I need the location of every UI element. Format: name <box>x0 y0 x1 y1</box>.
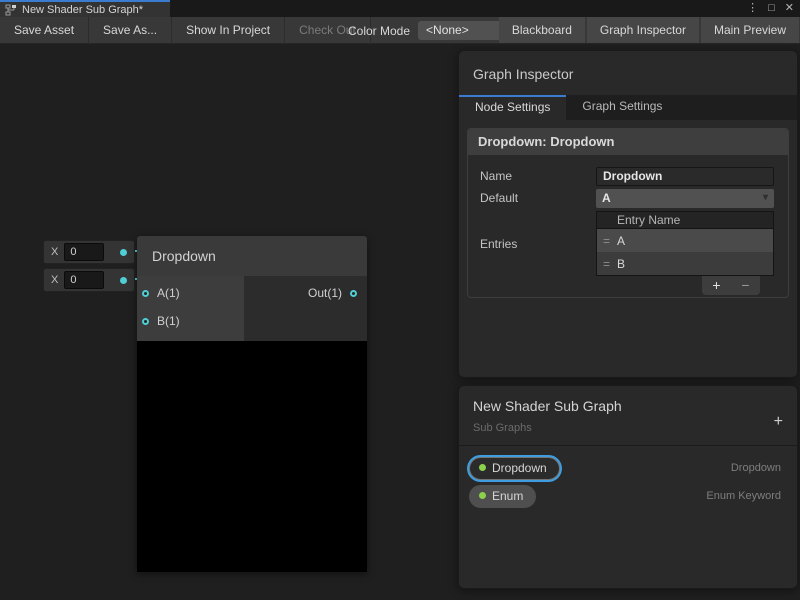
exposed-dot-icon <box>479 464 486 471</box>
name-input[interactable]: Dropdown <box>596 167 774 186</box>
dropdown-node[interactable]: Dropdown A(1) B(1) Out(1) <box>137 236 367 572</box>
name-label: Name <box>480 167 596 186</box>
entries-list-footer: + − <box>702 276 760 295</box>
input-a-value-widget: X 0 <box>43 240 135 264</box>
blackboard-row-enum: Enum Enum Keyword <box>459 482 797 510</box>
port-icon[interactable] <box>142 290 149 297</box>
axis-label: X <box>51 246 58 258</box>
save-as-button[interactable]: Save As... <box>89 17 172 44</box>
blackboard-panel: New Shader Sub Graph Sub Graphs + Dropdo… <box>458 385 798 589</box>
input-port-b[interactable]: B(1) <box>142 314 180 328</box>
entries-list: Entry Name = A = B <box>596 211 774 276</box>
port-dot-icon[interactable] <box>120 249 127 256</box>
entries-label: Entries <box>480 237 596 251</box>
value-field[interactable]: 0 <box>64 243 104 261</box>
add-property-button[interactable]: + <box>774 413 783 431</box>
drag-handle-icon[interactable]: = <box>603 234 610 248</box>
add-entry-button[interactable]: + <box>702 276 731 295</box>
main-preview-toggle-button[interactable]: Main Preview <box>701 17 799 43</box>
exposed-dot-icon <box>479 492 486 499</box>
entry-row-a[interactable]: = A <box>597 229 773 252</box>
dropdown-settings-section: Dropdown: Dropdown Name Dropdown Default… <box>467 128 789 298</box>
document-tab[interactable]: New Shader Sub Graph* <box>0 0 170 17</box>
dropdown-property-pill[interactable]: Dropdown <box>469 457 560 480</box>
blackboard-title: New Shader Sub Graph <box>473 398 783 414</box>
port-icon[interactable] <box>350 290 357 297</box>
color-mode-label: Color Mode <box>348 24 410 38</box>
enum-property-pill[interactable]: Enum <box>469 485 536 508</box>
blackboard-row-dropdown: Dropdown Dropdown <box>459 454 797 482</box>
graph-inspector-panel: Graph Inspector Node Settings Graph Sett… <box>458 50 798 378</box>
port-dot-icon[interactable] <box>120 277 127 284</box>
kebab-menu-icon[interactable]: ⋮ <box>747 0 758 17</box>
maximize-icon[interactable]: □ <box>768 0 775 17</box>
blackboard-toggle-button[interactable]: Blackboard <box>499 17 585 43</box>
default-label: Default <box>480 189 596 208</box>
chevron-down-icon: ▾ <box>763 189 768 207</box>
shader-graph-icon <box>5 4 17 16</box>
axis-label: X <box>51 274 58 286</box>
input-port-a[interactable]: A(1) <box>142 286 180 300</box>
node-title[interactable]: Dropdown <box>137 236 367 276</box>
tab-node-settings[interactable]: Node Settings <box>459 95 566 120</box>
inspector-tabstrip: Node Settings Graph Settings <box>459 95 797 120</box>
entry-row-b[interactable]: = B <box>597 252 773 275</box>
property-type-label: Enum Keyword <box>706 490 781 502</box>
input-b-value-widget: X 0 <box>43 268 135 292</box>
shader-graph-toolbar: Save Asset Save As... Show In Project Ch… <box>0 17 800 44</box>
document-tab-title: New Shader Sub Graph* <box>22 4 143 16</box>
drag-handle-icon[interactable]: = <box>603 257 610 271</box>
section-header: Dropdown: Dropdown <box>468 129 788 155</box>
close-icon[interactable]: ✕ <box>785 0 794 17</box>
title-bar: New Shader Sub Graph* ⋮ □ ✕ <box>0 0 800 17</box>
color-mode-value: <None> <box>426 23 469 37</box>
graph-inspector-toggle-button[interactable]: Graph Inspector <box>587 17 699 43</box>
panel-title: Graph Inspector <box>459 51 797 95</box>
remove-entry-button[interactable]: − <box>731 276 760 295</box>
blackboard-header: New Shader Sub Graph Sub Graphs + <box>459 386 797 446</box>
node-preview <box>137 341 367 572</box>
property-type-label: Dropdown <box>731 462 781 474</box>
blackboard-subtitle: Sub Graphs <box>473 422 783 434</box>
show-in-project-button[interactable]: Show In Project <box>172 17 285 44</box>
save-asset-button[interactable]: Save Asset <box>0 17 89 44</box>
output-port-out[interactable]: Out(1) <box>308 286 357 300</box>
port-icon[interactable] <box>142 318 149 325</box>
value-field[interactable]: 0 <box>64 271 104 289</box>
default-dropdown[interactable]: A ▾ <box>596 189 774 208</box>
tab-graph-settings[interactable]: Graph Settings <box>566 95 678 120</box>
entries-column-header: Entry Name <box>597 212 773 229</box>
